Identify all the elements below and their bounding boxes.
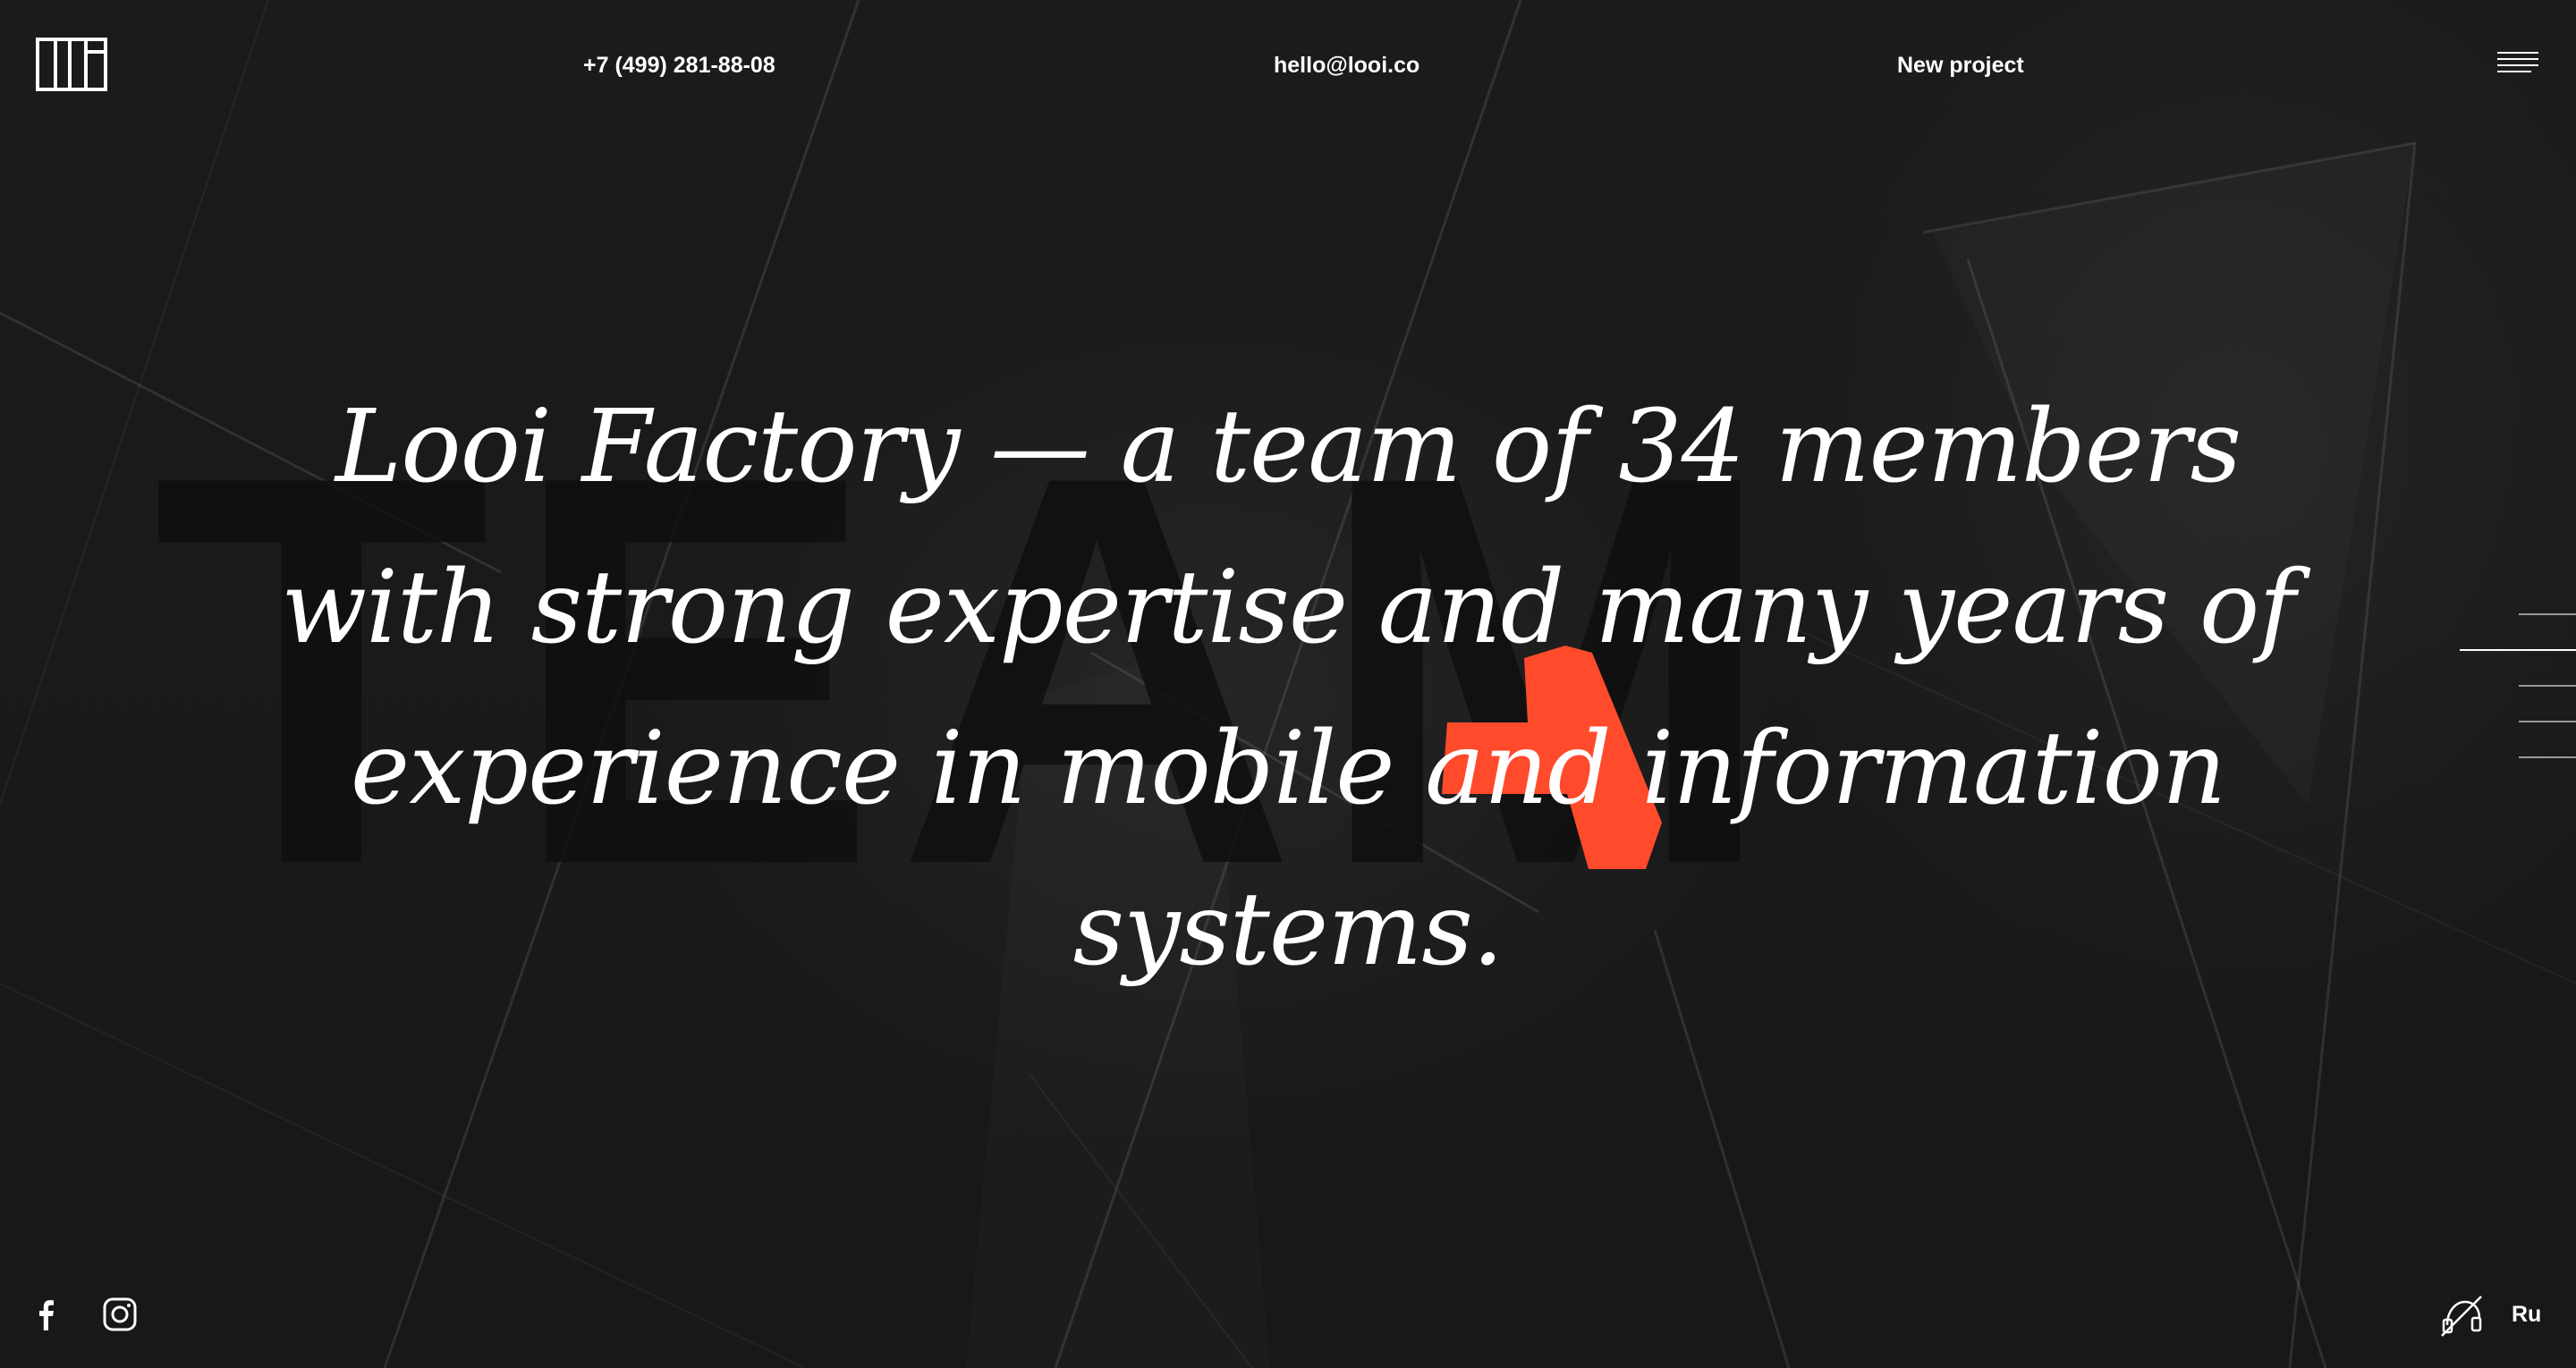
slide-navigation [2460, 613, 2576, 765]
slide-indicator[interactable] [2519, 756, 2576, 758]
looi-logo-icon[interactable] [36, 38, 107, 91]
slide-indicator[interactable] [2519, 613, 2576, 615]
phone-link[interactable]: +7 (499) 281-88-08 [583, 52, 775, 79]
slide-indicator[interactable] [2519, 721, 2576, 722]
facebook-icon[interactable] [27, 1295, 66, 1334]
new-project-link[interactable]: New project [1897, 52, 2024, 79]
slide-indicator-active[interactable] [2460, 649, 2576, 651]
sound-off-icon[interactable] [2438, 1293, 2485, 1338]
hero-headline: Looi Factory — a team of 34 members with… [281, 389, 2295, 988]
language-switch[interactable]: Ru [2512, 1301, 2541, 1328]
hamburger-menu-icon[interactable] [2496, 50, 2540, 77]
slide-indicator[interactable] [2519, 685, 2576, 687]
email-link[interactable]: hello@looi.co [1274, 52, 1419, 79]
instagram-icon[interactable] [100, 1295, 140, 1334]
